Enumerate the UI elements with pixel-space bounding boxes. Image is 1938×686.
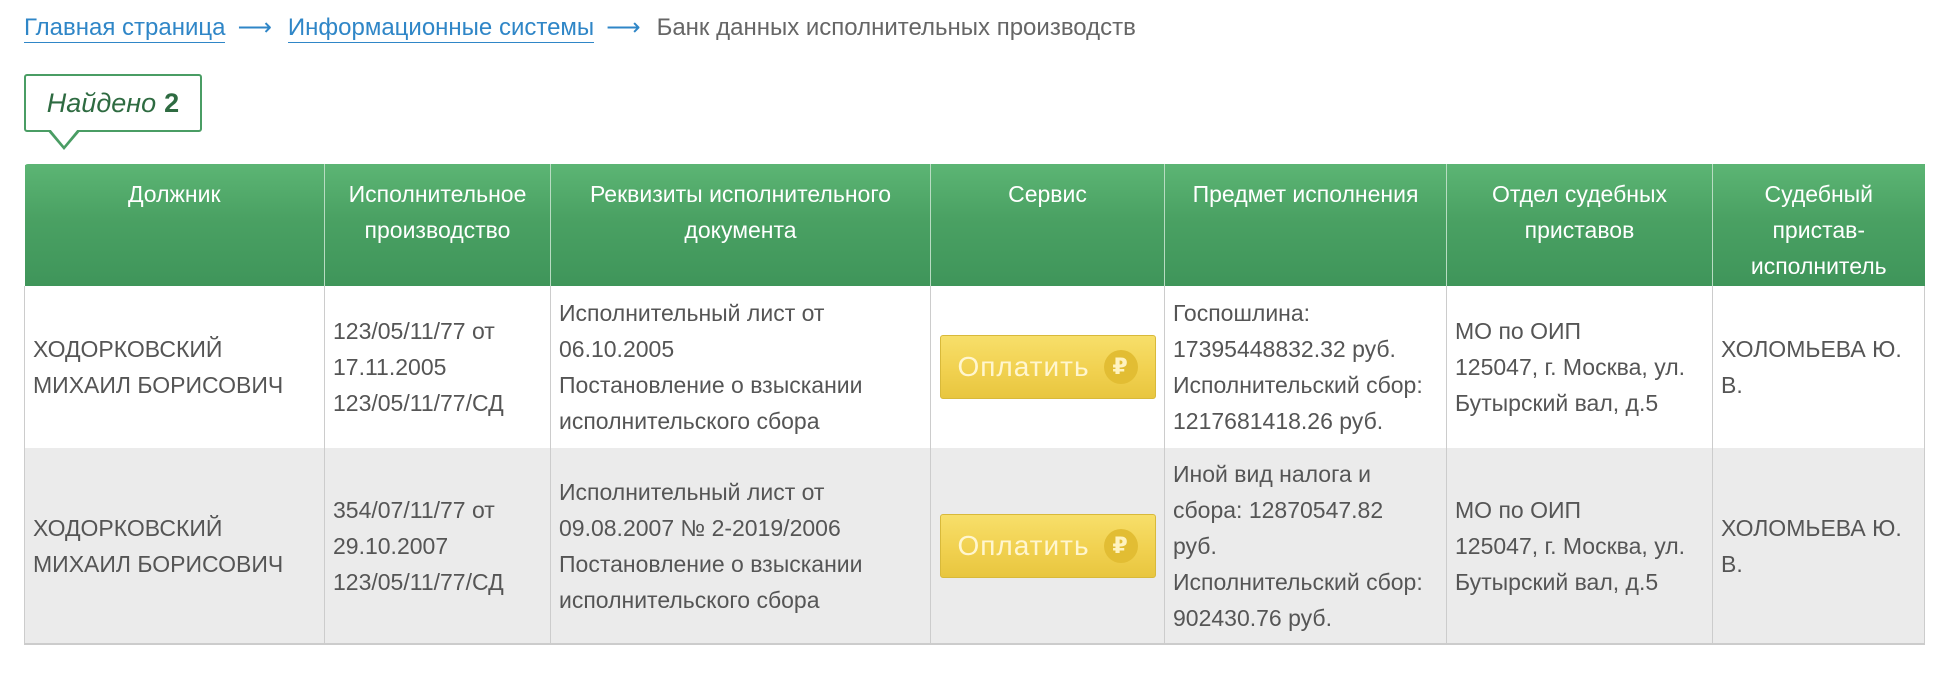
proceeding-line: 17.11.2005 [333, 354, 447, 380]
document-line: исполнительского сбора [559, 408, 820, 434]
proceeding-line: 123/05/11/77/СД [333, 568, 504, 595]
document-line: Исполнительный лист от [559, 300, 825, 326]
proceeding-cell: 354/07/11/77 от 29.10.2007 123/05/11/77/… [324, 448, 551, 645]
bailiff-line: ХОЛОМЬЕВА Ю. [1721, 514, 1902, 541]
breadcrumb-link-home[interactable]: Главная страница [24, 14, 226, 43]
pay-button[interactable]: Оплатить ₽ [939, 335, 1156, 399]
pay-button-label: Оплатить [957, 351, 1090, 382]
department-line: Бутырский вал, д.5 [1455, 568, 1659, 595]
debtor-line: ХОДОРКОВСКИЙ [33, 514, 223, 541]
column-header-department: Отдел судебных приставов [1446, 164, 1713, 286]
proceeding-line: 123/05/11/77/СД [333, 390, 504, 416]
subject-line: Исполнительский сбор: [1173, 372, 1423, 398]
document-line: Исполнительный лист от [559, 478, 825, 505]
found-label: Найдено [46, 87, 157, 118]
found-count: 2 [164, 87, 180, 118]
table-row: ХОДОРКОВСКИЙ МИХАИЛ БОРИСОВИЧ 123/05/11/… [24, 286, 1925, 448]
column-header-service: Сервис [930, 164, 1165, 286]
debtor-line: МИХАИЛ БОРИСОВИЧ [33, 372, 284, 398]
proceeding-line: 29.10.2007 [333, 532, 449, 559]
subject-line: 1217681418.26 руб. [1173, 408, 1384, 434]
document-cell: Исполнительный лист от 09.08.2007 № 2-20… [550, 448, 931, 645]
results-table: Должник Исполнительное производство Рекв… [24, 164, 1925, 645]
debtor-cell: ХОДОРКОВСКИЙ МИХАИЛ БОРИСОВИЧ [24, 448, 325, 645]
table-header-row: Должник Исполнительное производство Рекв… [24, 164, 1925, 286]
subject-line: 17395448832.32 руб. [1173, 336, 1396, 362]
department-line: 125047, г. Москва, ул. [1455, 354, 1685, 380]
table-row: ХОДОРКОВСКИЙ МИХАИЛ БОРИСОВИЧ 354/07/11/… [24, 448, 1925, 645]
ruble-icon: ₽ [1103, 350, 1138, 384]
bailiff-line: В. [1721, 550, 1743, 577]
subject-cell: Госпошлина: 17395448832.32 руб. Исполнит… [1164, 286, 1447, 448]
breadcrumb-current: Банк данных исполнительных производств [656, 14, 1136, 41]
subject-line: руб. [1173, 532, 1217, 559]
pay-button[interactable]: Оплатить ₽ [939, 513, 1156, 578]
arrow-right-icon: ⟶ [606, 14, 641, 41]
subject-line: Госпошлина: [1173, 300, 1311, 326]
proceeding-line: 123/05/11/77 от [333, 318, 495, 344]
debtor-line: МИХАИЛ БОРИСОВИЧ [33, 550, 284, 577]
subject-cell: Иной вид налога и сбора: 12870547.82 руб… [1164, 448, 1447, 645]
document-line: исполнительского сбора [559, 586, 820, 613]
proceeding-cell: 123/05/11/77 от 17.11.2005 123/05/11/77/… [324, 286, 551, 448]
bailiff-line: ХОЛОМЬЕВА Ю. [1721, 336, 1902, 362]
column-header-proceeding: Исполнительное производство [324, 164, 551, 286]
document-line: 06.10.2005 [559, 336, 675, 362]
column-header-bailiff: Судебный пристав-исполнитель [1712, 164, 1925, 286]
subject-line: 902430.76 руб. [1173, 604, 1332, 631]
breadcrumb-link-info-systems[interactable]: Информационные системы [287, 14, 595, 43]
department-cell: МО по ОИП 125047, г. Москва, ул. Бутырск… [1446, 286, 1713, 448]
service-cell: Оплатить ₽ [930, 286, 1165, 448]
department-line: МО по ОИП [1455, 318, 1582, 344]
arrow-right-icon: ⟶ [237, 14, 272, 41]
department-line: 125047, г. Москва, ул. [1455, 532, 1685, 559]
bailiff-line: В. [1721, 372, 1743, 398]
subject-line: Иной вид налога и [1173, 460, 1372, 487]
document-line: Постановление о взыскании [559, 550, 863, 577]
subject-line: сбора: 12870547.82 [1173, 496, 1384, 523]
column-header-subject: Предмет исполнения [1164, 164, 1447, 286]
proceeding-line: 354/07/11/77 от [333, 496, 495, 523]
ruble-icon: ₽ [1103, 528, 1138, 563]
debtor-cell: ХОДОРКОВСКИЙ МИХАИЛ БОРИСОВИЧ [24, 286, 325, 448]
debtor-line: ХОДОРКОВСКИЙ [33, 336, 223, 362]
department-line: Бутырский вал, д.5 [1455, 390, 1659, 416]
badge-pointer-fill [50, 129, 78, 146]
service-cell: Оплатить ₽ [930, 448, 1165, 645]
breadcrumb: Главная страница ⟶ Информационные систем… [24, 10, 1136, 46]
column-header-debtor: Должник [24, 164, 325, 286]
department-cell: МО по ОИП 125047, г. Москва, ул. Бутырск… [1446, 448, 1713, 645]
bailiff-cell: ХОЛОМЬЕВА Ю. В. [1712, 286, 1925, 448]
bailiff-cell: ХОЛОМЬЕВА Ю. В. [1712, 448, 1925, 645]
document-line: 09.08.2007 № 2-2019/2006 [559, 514, 841, 541]
found-count-badge: Найдено 2 [24, 74, 202, 132]
document-cell: Исполнительный лист от 06.10.2005 Постан… [550, 286, 931, 448]
document-line: Постановление о взыскании [559, 372, 863, 398]
pay-button-label: Оплатить [957, 529, 1090, 561]
subject-line: Исполнительский сбор: [1173, 568, 1423, 595]
department-line: МО по ОИП [1455, 496, 1582, 523]
column-header-document: Реквизиты исполнительного документа [550, 164, 931, 286]
